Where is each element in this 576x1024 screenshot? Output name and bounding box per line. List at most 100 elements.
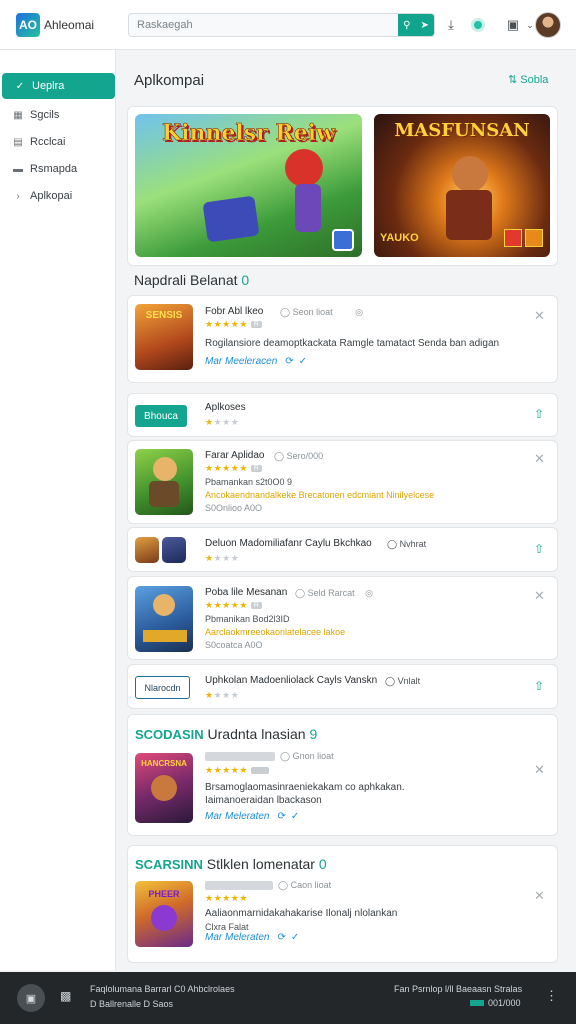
rating-stars: ★★★★★ R <box>205 319 263 330</box>
close-icon[interactable]: ✕ <box>534 888 545 904</box>
refresh-icon[interactable]: ⟳ <box>285 356 293 367</box>
app-meta: ◯ Caon lioat <box>278 880 331 891</box>
share-icon[interactable]: ⇧ <box>534 407 544 421</box>
clock-icon: ◯ <box>278 880 289 890</box>
more-link[interactable]: Mar Meleraten ⟳ ✓ <box>205 932 299 943</box>
app-description: Aaliaonmarnidakahakarise Ilonalj nlolank… <box>205 908 398 919</box>
more-link-text: Mar Meleraten <box>205 932 270 943</box>
sort-button[interactable]: ⇅ Sobla <box>508 73 548 86</box>
search-bar[interactable]: Raskaegah ⚲ ➤ <box>128 13 435 37</box>
chat-bubble-icon[interactable]: ▣ <box>17 984 45 1012</box>
image-icon[interactable]: ▩ <box>60 989 71 1003</box>
meta-text: Sero/000 <box>286 451 324 461</box>
meta-text: Seld Rarcat <box>307 588 355 598</box>
sidebar-item-home[interactable]: ✓ Ueplra <box>2 73 115 99</box>
featured-banner-1[interactable]: Kinnelsr Reiw <box>135 114 362 257</box>
featured-card: Kinnelsr Reiw MASFUNSAN YAUKO <box>127 106 558 266</box>
character-figure <box>153 457 177 481</box>
app-title[interactable]: Poba lile Mesanan <box>205 587 287 598</box>
character-figure <box>153 594 175 616</box>
row-extra: ◯ Vnlalt <box>385 676 420 687</box>
app-description: Clxra Falat <box>205 922 249 932</box>
refresh-icon[interactable]: ⟳ <box>277 811 285 822</box>
thumbnail-text: SENSIS <box>145 310 183 321</box>
status-right-1: Fan Psrnlop l/ll Baeaasn Stralas <box>394 984 523 994</box>
app-logo[interactable]: AO <box>16 13 40 37</box>
status-counter: 001/000 <box>470 998 521 1008</box>
share-icon[interactable]: ⇧ <box>534 679 544 693</box>
app-title: Ahleomai <box>44 18 95 32</box>
avatar[interactable] <box>535 12 561 38</box>
app-thumbnail[interactable]: SENSIS <box>135 304 193 370</box>
search-icon[interactable]: ⚲ <box>403 20 410 31</box>
app-thumbnail[interactable]: PHEER <box>135 881 193 947</box>
home-icon: ✓ <box>15 80 25 92</box>
title-placeholder <box>205 752 275 761</box>
tag-icon: ◯ <box>387 539 398 549</box>
app-thumbnail[interactable]: HANCRSNA <box>135 753 193 823</box>
check-icon[interactable]: ✓ <box>291 811 299 822</box>
app-thumbnail[interactable] <box>135 449 193 515</box>
sidebar-item-rcclcai[interactable]: ▤ Rcclcai <box>0 129 114 155</box>
more-link-text: Mar Meeleracen <box>205 356 278 367</box>
download-icon[interactable]: ⤓ <box>441 15 461 35</box>
sidebar-item-sgcils[interactable]: ▦ Sgcils <box>0 102 114 128</box>
thumbnail-banner <box>143 630 187 642</box>
sidebar-item-label: Rsmapda <box>30 163 78 175</box>
section-prefix: SCODASIN <box>135 727 204 742</box>
rating-badge: R <box>250 465 263 473</box>
sidebar-item-aplkopai[interactable]: › Aplkopai <box>0 183 114 209</box>
app-title[interactable]: Farar Aplidao <box>205 450 264 461</box>
check-icon[interactable]: ✓ <box>291 932 299 943</box>
more-link[interactable]: Mar Meleraten ⟳ ✓ <box>205 811 299 822</box>
more-link[interactable]: Mar Meeleracen ⟳ ✓ <box>205 356 307 367</box>
send-icon[interactable]: ➤ <box>421 20 429 31</box>
character-figure <box>285 149 323 187</box>
sidebar-item-rsmapda[interactable]: ▬ Rsmapda <box>0 156 114 182</box>
app-meta: ◯ Sero/000 <box>274 451 323 462</box>
close-icon[interactable]: ✕ <box>534 588 545 604</box>
app-title[interactable]: Fobr Abl lkeo <box>205 306 263 317</box>
close-icon[interactable]: ✕ <box>534 762 545 778</box>
close-icon[interactable]: ✕ <box>534 451 545 467</box>
section-count: 9 <box>309 726 318 742</box>
app-meta: ◯ Seld Rarcat ◎ <box>295 588 373 599</box>
top-bar: AO Ahleomai Raskaegah ⚲ ➤ ⤓ ▣ ⌄ <box>0 0 576 50</box>
aplkoses-row[interactable]: Bhouca Aplkoses ★★★★ ⇧ <box>127 393 558 437</box>
check-icon[interactable]: ✓ <box>299 356 307 367</box>
section-prefix: SCARSINN <box>135 857 203 872</box>
row-title[interactable]: Uphkolan Madoenliolack Cayls Vanskn <box>205 675 377 686</box>
category-button[interactable]: Bhouca <box>135 405 187 427</box>
app-row[interactable]: Deluon Madomiliafanr Caylu Bkchkao ◯ Nvh… <box>127 527 558 572</box>
app-card[interactable]: Poba lile Mesanan ◯ Seld Rarcat ◎ ★★★★★ R… <box>127 576 558 660</box>
sidebar-item-label: Rcclcai <box>30 136 66 148</box>
share-icon[interactable]: ⇧ <box>534 542 544 556</box>
app-thumbnail[interactable] <box>162 537 186 563</box>
chat-icon[interactable] <box>468 15 488 35</box>
more-vertical-icon[interactable]: ⋮ <box>545 988 558 1004</box>
category-button[interactable]: Nlarocdn <box>135 676 190 699</box>
status-line-2: D Ballrenalle D Saos <box>90 999 174 1009</box>
rating-stars: ★★★★★ <box>205 893 248 903</box>
pin-icon: ◎ <box>365 588 373 598</box>
app-footnote: S0Onlioo A0O <box>205 503 263 513</box>
app-thumbnail[interactable] <box>135 586 193 652</box>
refresh-icon[interactable]: ⟳ <box>277 932 285 943</box>
sort-icon: ⇅ <box>508 74 518 86</box>
rating-badge <box>250 767 269 775</box>
app-thumbnail[interactable] <box>135 537 159 563</box>
app-card[interactable]: SENSIS Fobr Abl lkeo ◯ Seon lioat ◎ ★★★★… <box>127 295 558 383</box>
row-title[interactable]: Deluon Madomiliafanr Caylu Bkchkao <box>205 538 372 549</box>
app-description: Iaimanoeraidan lbackason <box>205 795 322 806</box>
close-icon[interactable]: ✕ <box>534 308 545 324</box>
app-highlight: Ancokaendnandalkeke Brecatonen edcmiant … <box>205 490 435 500</box>
featured-banner-2[interactable]: MASFUNSAN YAUKO <box>374 114 550 257</box>
app-footnote: S0coatca A0O <box>205 640 263 650</box>
section-title: SCARSINN Stlklen lomenatar 0 <box>135 856 327 872</box>
section-card: SCARSINN Stlklen lomenatar 0 PHEER ◯ Cao… <box>127 845 558 963</box>
app-card[interactable]: Farar Aplidao ◯ Sero/000 ★★★★★ R Pbamanka… <box>127 440 558 524</box>
clock-icon: ◯ <box>295 588 306 598</box>
progress-indicator <box>470 1000 484 1006</box>
app-row[interactable]: Nlarocdn Uphkolan Madoenliolack Cayls Va… <box>127 664 558 709</box>
search-input[interactable]: Raskaegah <box>137 19 193 31</box>
